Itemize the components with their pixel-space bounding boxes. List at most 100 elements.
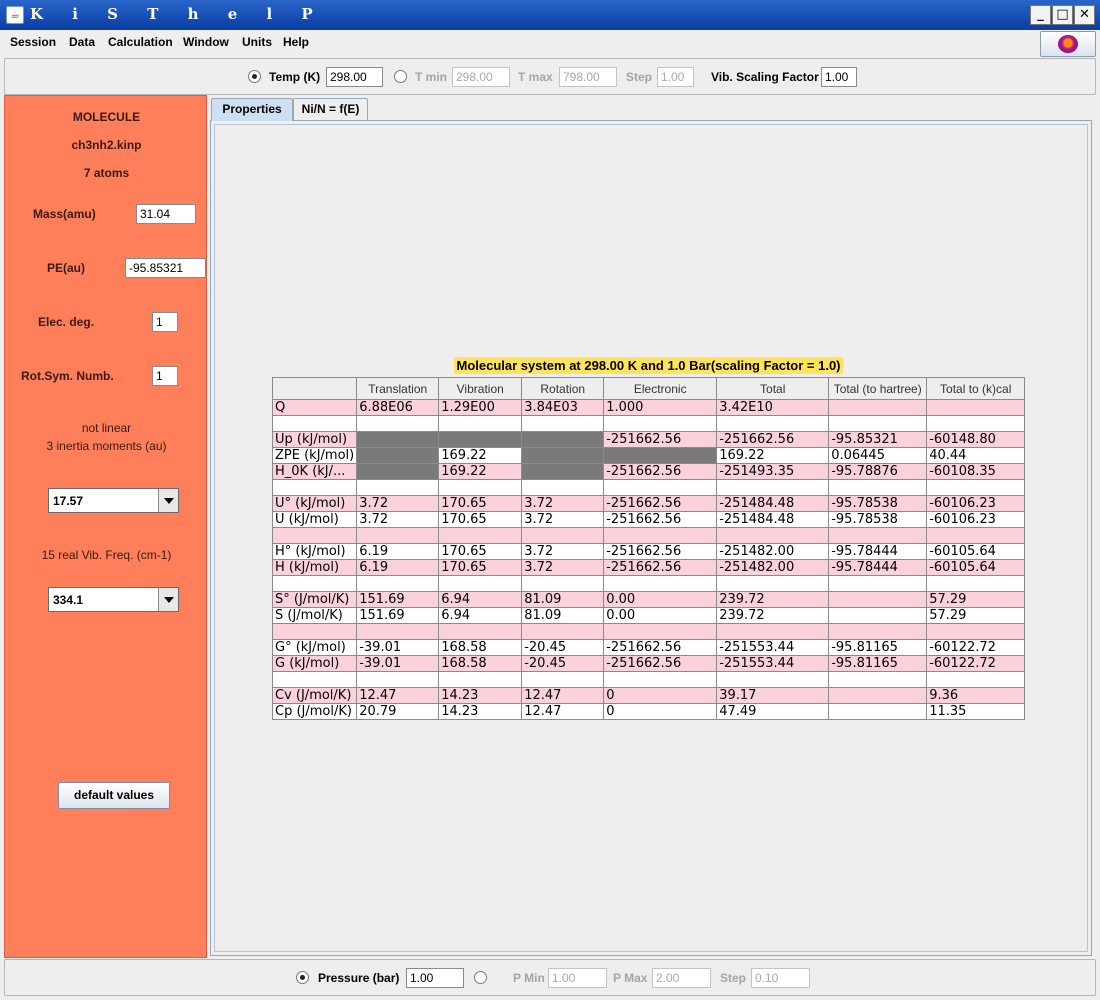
table-cell: 0.06445	[828, 447, 928, 464]
table-cell	[356, 463, 440, 480]
pressure-radio[interactable]	[296, 971, 309, 984]
pressure-label: Pressure (bar)	[318, 971, 400, 985]
table-cell: -251662.56	[603, 559, 718, 576]
prange-radio[interactable]	[474, 971, 487, 984]
close-button[interactable]: ✕	[1074, 5, 1095, 25]
pstep-field[interactable]: 0.10	[751, 968, 810, 988]
tab-properties[interactable]: Properties	[211, 98, 293, 121]
table-cell	[356, 623, 440, 640]
table-cell: -60106.23	[926, 495, 1026, 512]
table-header-cell: Translation	[356, 377, 440, 400]
table-header-cell: Total (to hartree)	[828, 377, 928, 400]
menu-session[interactable]: Session	[10, 35, 56, 49]
pmin-field[interactable]: 1.00	[548, 968, 607, 988]
table-cell: -251484.48	[716, 495, 830, 512]
maximize-button[interactable]: □	[1052, 5, 1073, 25]
row-label-cell: H (kJ/mol)	[271, 559, 358, 576]
menu-window[interactable]: Window	[183, 35, 229, 49]
table-header-cell: Electronic	[603, 377, 718, 400]
pressure-field[interactable]: 1.00	[406, 968, 464, 988]
inertia-select[interactable]: 17.57	[48, 488, 179, 513]
row-label-cell: Q	[271, 399, 358, 416]
tmax-label: T max	[518, 70, 553, 84]
table-cell: -60148.80	[926, 431, 1026, 448]
table-cell: 169.22	[438, 447, 523, 464]
table-cell	[356, 415, 440, 432]
table-cell	[828, 607, 928, 624]
trange-radio[interactable]	[394, 70, 407, 83]
table-header-cell: Total	[716, 377, 830, 400]
row-label-cell: ZPE (kJ/mol)	[271, 447, 358, 464]
table-cell: -95.85321	[828, 431, 928, 448]
chevron-down-icon[interactable]	[158, 489, 178, 512]
temp-field[interactable]: 298.00	[326, 67, 383, 87]
table-cell: -251662.56	[603, 463, 718, 480]
table-cell: 0.00	[603, 591, 718, 608]
step-field[interactable]: 1.00	[657, 67, 694, 87]
table-cell: 6.19	[356, 559, 440, 576]
default-values-button[interactable]: default values	[58, 782, 170, 809]
chevron-down-icon[interactable]	[158, 588, 178, 611]
table-cell	[828, 399, 928, 416]
temp-radio[interactable]	[248, 70, 261, 83]
table-cell: -251662.56	[603, 431, 718, 448]
table-cell	[716, 623, 830, 640]
table-row: U (kJ/mol) 3.72 170.65 3.72 -251662.56 -25148…	[271, 511, 1026, 528]
elec-deg-field[interactable]: 1	[152, 312, 178, 332]
menu-data[interactable]: Data	[69, 35, 95, 49]
table-cell: 6.94	[438, 607, 523, 624]
table-cell	[438, 575, 523, 592]
table-cell	[356, 447, 440, 464]
table-cell	[438, 479, 523, 496]
pe-field[interactable]: -95.85321	[125, 258, 206, 278]
table-cell: 170.65	[438, 511, 523, 528]
table-cell: -60122.72	[926, 639, 1026, 656]
table-cell	[356, 671, 440, 688]
minimize-button[interactable]: _	[1030, 5, 1051, 25]
table-cell: 3.72	[521, 511, 605, 528]
elec-deg-label: Elec. deg.	[38, 315, 95, 329]
vib-scaling-field[interactable]: 1.00	[821, 67, 857, 87]
table-cell	[438, 415, 523, 432]
row-label-cell	[271, 479, 358, 496]
table-cell	[828, 671, 928, 688]
mass-field[interactable]: 31.04	[136, 204, 196, 224]
table-cell	[356, 431, 440, 448]
rot-sym-field[interactable]: 1	[152, 366, 178, 386]
pmin-label: P Min	[513, 971, 545, 985]
table-cell	[716, 671, 830, 688]
row-label-cell: Cp (J/mol/K)	[271, 703, 358, 720]
table-cell	[828, 527, 928, 544]
vib-freq-select[interactable]: 334.1	[48, 587, 179, 612]
molecule-panel: MOLECULE ch3nh2.kinp 7 atoms Mass(amu) 3…	[4, 95, 207, 958]
step-label: Step	[626, 70, 653, 84]
mass-label: Mass(amu)	[33, 207, 96, 221]
table-cell	[356, 479, 440, 496]
table-cell	[828, 591, 928, 608]
table-cell: 0	[603, 687, 718, 704]
table-cell: 168.58	[438, 655, 523, 672]
table-cell: 169.22	[716, 447, 830, 464]
tmax-field[interactable]: 798.00	[559, 67, 617, 87]
table-row	[271, 415, 1026, 432]
pmax-field[interactable]: 2.00	[652, 968, 711, 988]
table-cell: -251662.56	[603, 543, 718, 560]
tab-population[interactable]: Ni/N = f(E)	[293, 98, 368, 121]
temperature-bar: Temp (K) 298.00 T min 298.00 T max 798.0…	[4, 58, 1096, 95]
table-cell: -251553.44	[716, 639, 830, 656]
linearity-text: not linear	[81, 421, 132, 435]
table-cell: -251482.00	[716, 559, 830, 576]
menu-help[interactable]: Help	[283, 35, 309, 49]
table-cell: -60106.23	[926, 511, 1026, 528]
table-cell	[828, 623, 928, 640]
table-cell: 3.72	[521, 559, 605, 576]
table-cell	[356, 527, 440, 544]
kisthelp-logo-button[interactable]	[1040, 31, 1096, 57]
table-cell	[828, 575, 928, 592]
row-label-cell: Cv (J/mol/K)	[271, 687, 358, 704]
tmin-field[interactable]: 298.00	[452, 67, 510, 87]
table-row: G (kJ/mol) -39.01 168.58 -20.45 -251662.56 -2…	[271, 655, 1026, 672]
row-label-cell: G° (kJ/mol)	[271, 639, 358, 656]
menu-calculation[interactable]: Calculation	[108, 35, 173, 49]
menu-units[interactable]: Units	[242, 35, 272, 49]
